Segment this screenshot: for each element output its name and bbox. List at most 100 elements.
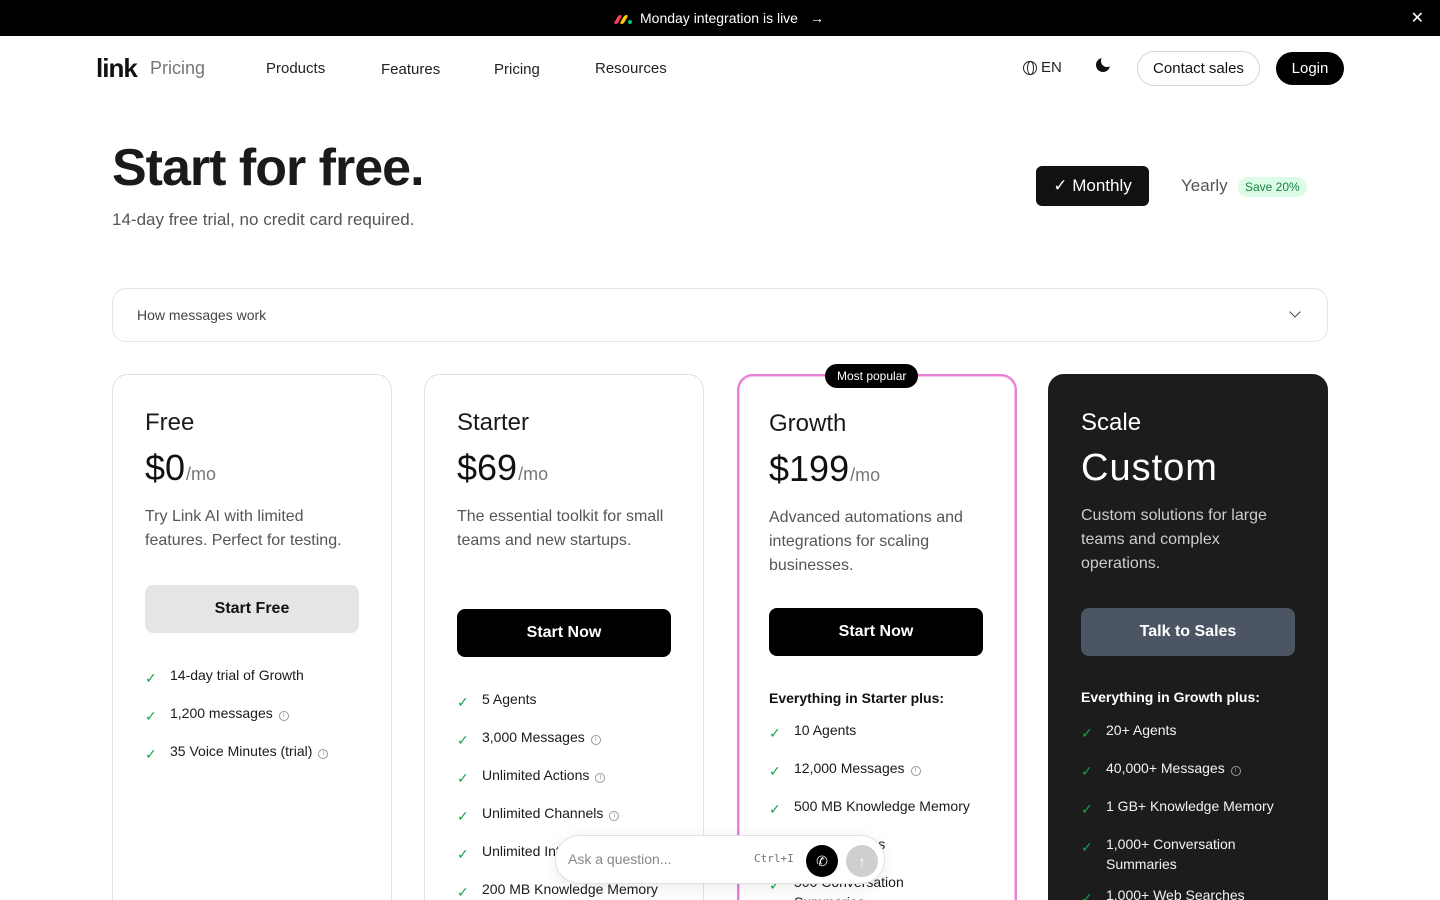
start-now-button[interactable]: Start Now xyxy=(457,609,671,657)
start-free-button[interactable]: Start Free xyxy=(145,585,359,633)
plan-card-growth: Most popular Growth $199/mo Advanced aut… xyxy=(737,364,1017,900)
feature-text: 3,000 Messages xyxy=(482,729,585,745)
plan-card-free: Free $0/mo Try Link AI with limited feat… xyxy=(112,374,392,900)
plan-price: Custom xyxy=(1081,447,1218,489)
most-popular-badge: Most popular xyxy=(825,364,919,388)
contact-sales-button[interactable]: Contact sales xyxy=(1137,51,1260,86)
plan-name: Starter xyxy=(457,409,530,436)
feature-item: ✓ 5 Agents xyxy=(457,689,677,712)
feature-text: 1,000+ Web Searches xyxy=(1106,887,1245,900)
plan-description: Custom solutions for large teams and com… xyxy=(1081,507,1267,572)
info-icon[interactable]: i xyxy=(590,735,601,745)
check-icon: ✓ xyxy=(457,846,469,862)
arrow-up-icon[interactable]: ↑ xyxy=(846,845,878,877)
feature-item: ✓ 12,000 Messages i xyxy=(769,758,989,781)
nav-link-products[interactable]: Products xyxy=(266,60,325,77)
feature-item: ✓ 1,000+ Web Searches xyxy=(1081,885,1301,900)
price-period: /mo xyxy=(186,464,217,484)
plan-name: Scale xyxy=(1081,409,1142,436)
logo[interactable]: link xyxy=(96,53,138,84)
check-icon: ✓ xyxy=(145,746,157,762)
announcement-bar[interactable]: Monday integration is live → ✕ xyxy=(0,0,1440,36)
info-icon[interactable]: i xyxy=(278,711,289,721)
feature-item: ✓ 14-day trial of Growth xyxy=(145,665,365,688)
logo-subtitle: Pricing xyxy=(150,58,206,78)
plan-card-scale: Scale Custom Custom solutions for large … xyxy=(1048,374,1328,900)
plan-price: $199/mo xyxy=(769,448,880,490)
check-icon: ✓ xyxy=(457,732,469,748)
feature-item: ✓ Unlimited Actions i xyxy=(457,765,677,788)
theme-toggle[interactable] xyxy=(1096,55,1114,76)
feature-item: ✓ 500 MB Knowledge Memory xyxy=(769,796,989,819)
plan-description: Advanced automations and integrations fo… xyxy=(769,509,963,574)
feature-text: 35 Voice Minutes (trial) xyxy=(170,743,313,759)
check-icon: ✓ xyxy=(1081,763,1093,779)
feature-text: Unlimited Int xyxy=(482,843,560,859)
price-amount: $69 xyxy=(457,447,518,488)
feature-text: 500 MB Knowledge Memory xyxy=(794,798,970,814)
nav-link-features[interactable]: Features xyxy=(381,61,440,78)
feature-text: 5 Agents xyxy=(482,691,537,707)
nav-link-resources[interactable]: Resources xyxy=(595,60,667,77)
page-subtitle: 14-day free trial, no credit card requir… xyxy=(112,210,415,229)
feature-text: 20+ Agents xyxy=(1106,722,1177,738)
info-icon[interactable]: i xyxy=(609,811,620,821)
feature-text: 12,000 Messages xyxy=(794,760,905,776)
save-badge: Save 20% xyxy=(1238,177,1307,197)
close-icon[interactable]: ✕ xyxy=(1411,8,1424,28)
monday-logo-icon xyxy=(613,12,632,24)
check-icon: ✓ xyxy=(457,808,469,824)
check-icon: ✓ xyxy=(145,670,157,686)
check-icon: ✓ xyxy=(1081,725,1093,741)
nav-link-pricing[interactable]: Pricing xyxy=(494,61,540,78)
accordion-label: How messages work xyxy=(137,307,267,323)
page-title: Start for free. xyxy=(112,139,425,197)
feature-item: ✓ 1 GB+ Knowledge Memory xyxy=(1081,796,1301,819)
feature-item: ✓ 1,200 messages i xyxy=(145,703,365,726)
includes-heading: Everything in Starter plus: xyxy=(769,690,945,706)
language-selector[interactable]: EN xyxy=(1023,59,1062,76)
billing-monthly-toggle[interactable]: ✓ Monthly xyxy=(1036,166,1149,206)
check-icon: ✓ xyxy=(769,801,781,817)
info-icon[interactable]: i xyxy=(910,766,921,776)
feature-text: 14-day trial of Growth xyxy=(170,667,304,683)
feature-item: ✓ 35 Voice Minutes (trial) i xyxy=(145,741,365,764)
how-messages-work-accordion[interactable]: How messages work xyxy=(112,288,1328,342)
plan-description: The essential toolkit for small teams an… xyxy=(457,508,664,549)
billing-yearly-toggle[interactable]: Yearly xyxy=(1181,176,1228,196)
check-icon: ✓ xyxy=(457,770,469,786)
language-label: EN xyxy=(1041,59,1062,76)
price-amount: $199 xyxy=(769,448,850,489)
info-icon[interactable]: i xyxy=(318,749,329,759)
price-amount: $0 xyxy=(145,447,186,488)
check-icon: ✓ xyxy=(457,884,469,900)
moon-icon xyxy=(1096,55,1113,72)
feature-item: ✓ 10 Agents xyxy=(769,720,989,743)
price-period: /mo xyxy=(850,465,881,485)
price-period: /mo xyxy=(518,464,549,484)
ask-input[interactable]: Ask a question... xyxy=(568,851,672,867)
check-icon: ✓ xyxy=(769,725,781,741)
info-icon[interactable]: i xyxy=(1230,766,1241,776)
feature-item: ✓ 3,000 Messages i xyxy=(457,727,677,750)
feature-item: ✓ 40,000+ Messages i xyxy=(1081,758,1301,781)
check-icon: ✓ xyxy=(1081,890,1093,900)
plan-name: Growth xyxy=(769,410,847,437)
keyboard-shortcut: Ctrl+I xyxy=(754,852,794,865)
check-icon: ✓ xyxy=(1081,839,1093,855)
globe-icon xyxy=(1023,60,1037,75)
check-icon: ✓ xyxy=(1081,801,1093,817)
info-icon[interactable]: i xyxy=(595,773,606,783)
talk-to-sales-button[interactable]: Talk to Sales xyxy=(1081,608,1295,656)
plan-name: Free xyxy=(145,409,195,436)
chevron-down-icon xyxy=(1289,306,1301,318)
plan-description: Try Link AI with limited features. Perfe… xyxy=(145,508,342,549)
start-now-button[interactable]: Start Now xyxy=(769,608,983,656)
login-button[interactable]: Login xyxy=(1276,52,1344,85)
feature-text: 10 Agents xyxy=(794,722,857,738)
announcement-text[interactable]: Monday integration is live xyxy=(640,10,798,26)
feature-text: 1,000+ Conversation Summaries xyxy=(1106,836,1236,872)
feature-item: ✓ 20+ Agents xyxy=(1081,720,1301,743)
phone-icon[interactable]: ✆ xyxy=(806,845,838,877)
check-icon: ✓ xyxy=(769,763,781,779)
